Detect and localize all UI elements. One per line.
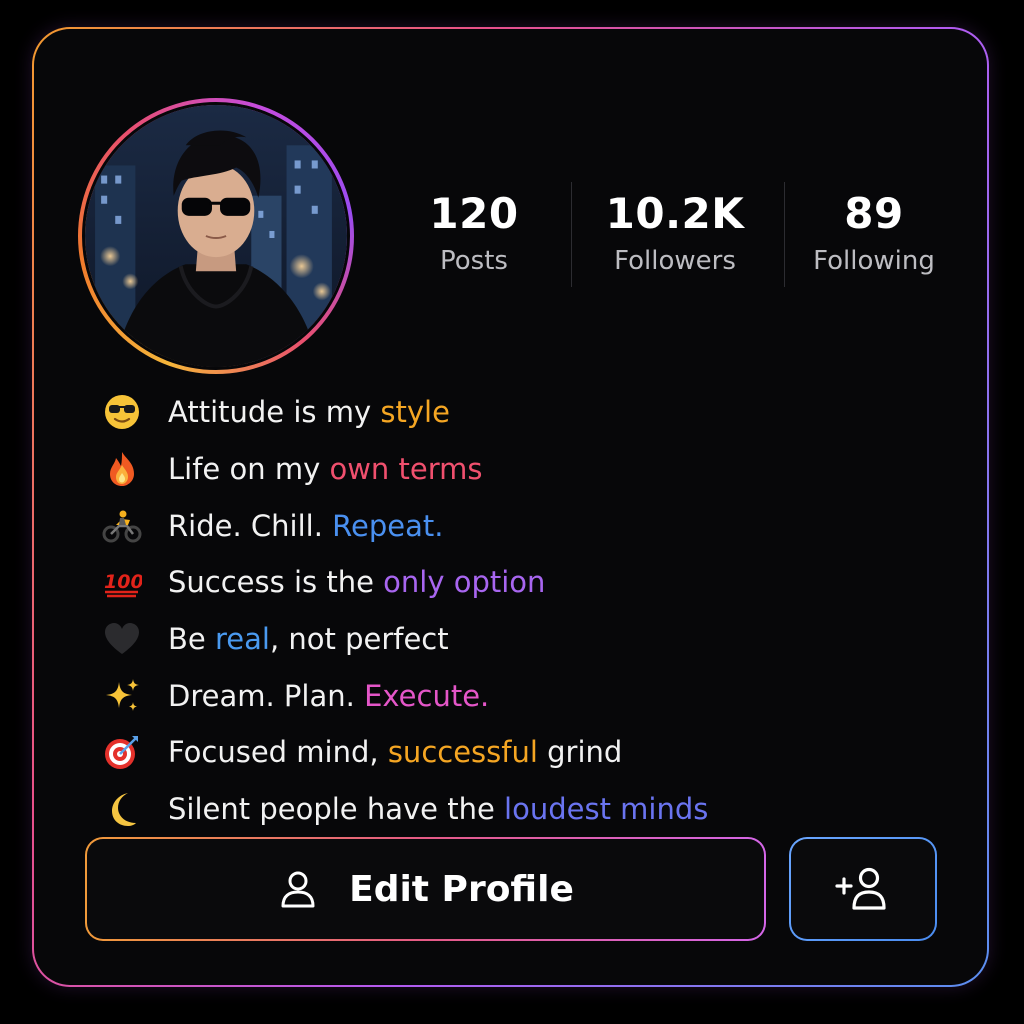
bio-list: Attitude is my style Life on my own terms… [100,384,900,838]
stat-posts-value: 120 [429,189,519,238]
stat-followers-label: Followers [614,246,736,276]
bio-line: Ride. Chill. Repeat. [100,497,900,554]
bio-text-prefix: Life on my [168,452,330,487]
stat-following-label: Following [813,246,935,276]
bio-text-highlight: Repeat. [332,508,444,543]
bio-text-highlight: style [380,395,450,430]
bio-text-highlight: loudest minds [504,792,709,827]
fire-icon [100,447,144,491]
edit-profile-button-body[interactable]: Edit Profile [87,839,764,939]
edit-profile-button[interactable]: Edit Profile [85,837,766,941]
bio-line: Be real, not perfect [100,611,900,668]
add-user-button[interactable] [789,837,937,941]
bio-text-highlight: only option [383,565,546,600]
bio-text-prefix: Ride. Chill. [168,508,333,543]
bio-text: Ride. Chill. Repeat. [168,509,443,543]
bio-line: Attitude is my style [100,384,900,441]
bio-text-prefix: Be [168,622,215,657]
svg-text:100: 100 [104,571,142,593]
stat-posts-label: Posts [440,246,508,276]
stat-followers-value: 10.2K [605,189,745,238]
bio-line: Life on my own terms [100,441,900,498]
bio-line: Dream. Plan. Execute. [100,667,900,724]
hundred-points-icon: 100 [100,560,144,604]
bio-text-suffix: , not perfect [269,622,449,657]
bio-text-prefix: Silent people have the [168,792,505,827]
bio-text: Attitude is my style [168,395,450,429]
motorcycle-icon [100,504,144,548]
stat-following[interactable]: 89 Following [774,189,974,279]
bio-text: Life on my own terms [168,452,483,486]
bio-line: Silent people have the loudest minds [100,781,900,838]
sparkles-icon [100,674,144,718]
target-icon [100,730,144,774]
avatar-ring[interactable] [78,98,354,374]
bio-text-highlight: successful [387,735,538,770]
stat-following-value: 89 [844,189,904,238]
bio-text-prefix: Attitude is my [168,395,381,430]
stat-divider [571,182,572,287]
screen: 120 Posts 10.2K Followers 89 Following A… [0,0,1024,1024]
add-user-button-body[interactable] [791,839,935,939]
bio-text-suffix: grind [537,735,623,770]
avatar[interactable] [82,102,350,370]
bio-text: Be real, not perfect [168,622,449,656]
bio-text: Silent people have the loudest minds [168,792,708,826]
bio-text: Success is the only option [168,565,545,599]
bio-text-prefix: Dream. Plan. [168,678,365,713]
bio-line: Focused mind, successful grind [100,724,900,781]
profile-card-body: 120 Posts 10.2K Followers 89 Following A… [34,29,987,985]
crescent-moon-icon [100,787,144,831]
bio-text-highlight: Execute. [364,678,490,713]
black-heart-icon [100,617,144,661]
profile-card: 120 Posts 10.2K Followers 89 Following A… [32,27,989,987]
profile-photo [85,105,347,367]
sunglasses-face-icon [100,390,144,434]
bio-text-prefix: Focused mind, [168,735,388,770]
bio-text-highlight: own terms [329,452,483,487]
stat-posts[interactable]: 120 Posts [374,189,574,279]
bio-text: Dream. Plan. Execute. [168,679,489,713]
bio-text: Focused mind, successful grind [168,735,622,769]
edit-profile-label: Edit Profile [349,868,574,910]
stat-followers[interactable]: 10.2K Followers [575,189,775,279]
bio-text-prefix: Success is the [168,565,384,600]
bio-text-highlight: real [214,622,270,657]
user-icon [281,871,315,908]
add-user-icon [835,867,886,910]
bio-line: 100 Success is the only option [100,554,900,611]
